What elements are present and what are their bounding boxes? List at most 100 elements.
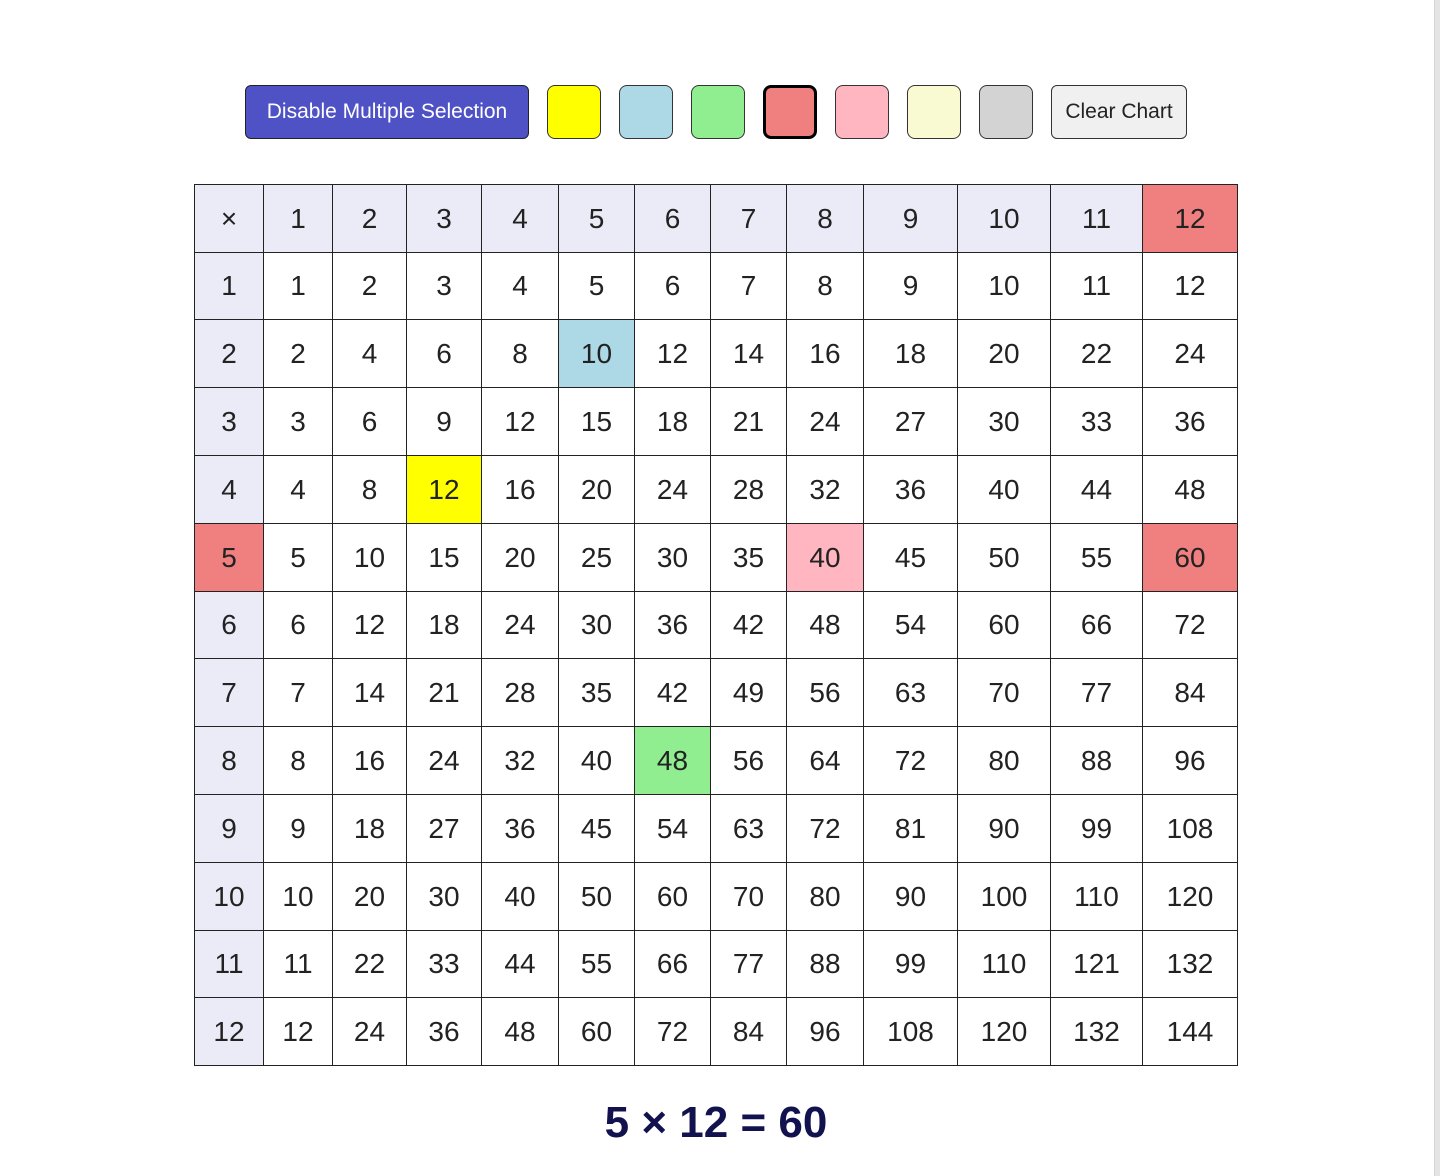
product-cell[interactable]: 30 [634,523,711,592]
row-header-9[interactable]: 9 [194,794,264,863]
product-cell[interactable]: 18 [406,591,482,659]
product-cell[interactable]: 12 [1142,252,1238,320]
column-header-4[interactable]: 4 [481,184,559,253]
product-cell[interactable]: 110 [957,930,1051,998]
product-cell[interactable]: 99 [863,930,958,998]
column-header-12[interactable]: 12 [1142,184,1238,253]
product-cell[interactable]: 120 [1142,862,1238,931]
product-cell[interactable]: 7 [710,252,787,320]
product-cell[interactable]: 49 [710,658,787,727]
product-cell[interactable]: 8 [263,726,333,795]
product-cell[interactable]: 5 [558,252,635,320]
row-header-2[interactable]: 2 [194,319,264,388]
product-cell[interactable]: 9 [263,794,333,863]
product-cell[interactable]: 10 [957,252,1051,320]
product-cell[interactable]: 20 [481,523,559,592]
product-cell[interactable]: 55 [558,930,635,998]
product-cell[interactable]: 70 [957,658,1051,727]
product-cell[interactable]: 54 [634,794,711,863]
product-cell[interactable]: 50 [558,862,635,931]
color-swatch-lightgreen[interactable] [691,85,745,139]
product-cell[interactable]: 36 [863,455,958,524]
clear-chart-button[interactable]: Clear Chart [1051,85,1187,139]
product-cell[interactable]: 28 [710,455,787,524]
color-swatch-lightgoldenrod[interactable] [907,85,961,139]
column-header-1[interactable]: 1 [263,184,333,253]
product-cell[interactable]: 72 [634,997,711,1066]
product-cell[interactable]: 40 [786,523,864,592]
product-cell[interactable]: 11 [1050,252,1143,320]
product-cell[interactable]: 3 [406,252,482,320]
product-cell[interactable]: 16 [481,455,559,524]
column-header-7[interactable]: 7 [710,184,787,253]
row-header-12[interactable]: 12 [194,997,264,1066]
product-cell[interactable]: 24 [332,997,407,1066]
row-header-10[interactable]: 10 [194,862,264,931]
product-cell[interactable]: 20 [332,862,407,931]
product-cell[interactable]: 36 [406,997,482,1066]
column-header-6[interactable]: 6 [634,184,711,253]
product-cell[interactable]: 12 [634,319,711,388]
product-cell[interactable]: 84 [710,997,787,1066]
product-cell[interactable]: 54 [863,591,958,659]
product-cell[interactable]: 35 [558,658,635,727]
product-cell[interactable]: 10 [558,319,635,388]
product-cell[interactable]: 33 [1050,387,1143,456]
product-cell[interactable]: 24 [634,455,711,524]
product-cell[interactable]: 24 [481,591,559,659]
product-cell[interactable]: 90 [863,862,958,931]
row-header-5[interactable]: 5 [194,523,264,592]
product-cell[interactable]: 100 [957,862,1051,931]
product-cell[interactable]: 15 [558,387,635,456]
product-cell[interactable]: 12 [406,455,482,524]
product-cell[interactable]: 20 [558,455,635,524]
product-cell[interactable]: 14 [332,658,407,727]
product-cell[interactable]: 18 [863,319,958,388]
product-cell[interactable]: 88 [1050,726,1143,795]
product-cell[interactable]: 15 [406,523,482,592]
product-cell[interactable]: 45 [558,794,635,863]
product-cell[interactable]: 6 [634,252,711,320]
column-header-3[interactable]: 3 [406,184,482,253]
product-cell[interactable]: 48 [481,997,559,1066]
product-cell[interactable]: 28 [481,658,559,727]
product-cell[interactable]: 42 [634,658,711,727]
product-cell[interactable]: 36 [634,591,711,659]
product-cell[interactable]: 24 [1142,319,1238,388]
row-header-6[interactable]: 6 [194,591,264,659]
product-cell[interactable]: 16 [786,319,864,388]
product-cell[interactable]: 48 [1142,455,1238,524]
product-cell[interactable]: 32 [786,455,864,524]
row-header-8[interactable]: 8 [194,726,264,795]
column-header-11[interactable]: 11 [1050,184,1143,253]
product-cell[interactable]: 4 [481,252,559,320]
product-cell[interactable]: 60 [957,591,1051,659]
column-header-8[interactable]: 8 [786,184,864,253]
row-header-7[interactable]: 7 [194,658,264,727]
product-cell[interactable]: 18 [332,794,407,863]
product-cell[interactable]: 40 [558,726,635,795]
product-cell[interactable]: 132 [1050,997,1143,1066]
disable-multiple-selection-button[interactable]: Disable Multiple Selection [245,85,529,139]
product-cell[interactable]: 90 [957,794,1051,863]
corner-cell[interactable]: × [194,184,264,253]
color-swatch-pink[interactable] [835,85,889,139]
product-cell[interactable]: 12 [332,591,407,659]
product-cell[interactable]: 44 [481,930,559,998]
product-cell[interactable]: 22 [1050,319,1143,388]
product-cell[interactable]: 8 [481,319,559,388]
product-cell[interactable]: 24 [786,387,864,456]
product-cell[interactable]: 8 [786,252,864,320]
column-header-9[interactable]: 9 [863,184,958,253]
product-cell[interactable]: 45 [863,523,958,592]
product-cell[interactable]: 77 [1050,658,1143,727]
product-cell[interactable]: 2 [263,319,333,388]
product-cell[interactable]: 20 [957,319,1051,388]
product-cell[interactable]: 60 [1142,523,1238,592]
product-cell[interactable]: 44 [1050,455,1143,524]
product-cell[interactable]: 120 [957,997,1051,1066]
product-cell[interactable]: 18 [634,387,711,456]
row-header-4[interactable]: 4 [194,455,264,524]
product-cell[interactable]: 16 [332,726,407,795]
product-cell[interactable]: 81 [863,794,958,863]
